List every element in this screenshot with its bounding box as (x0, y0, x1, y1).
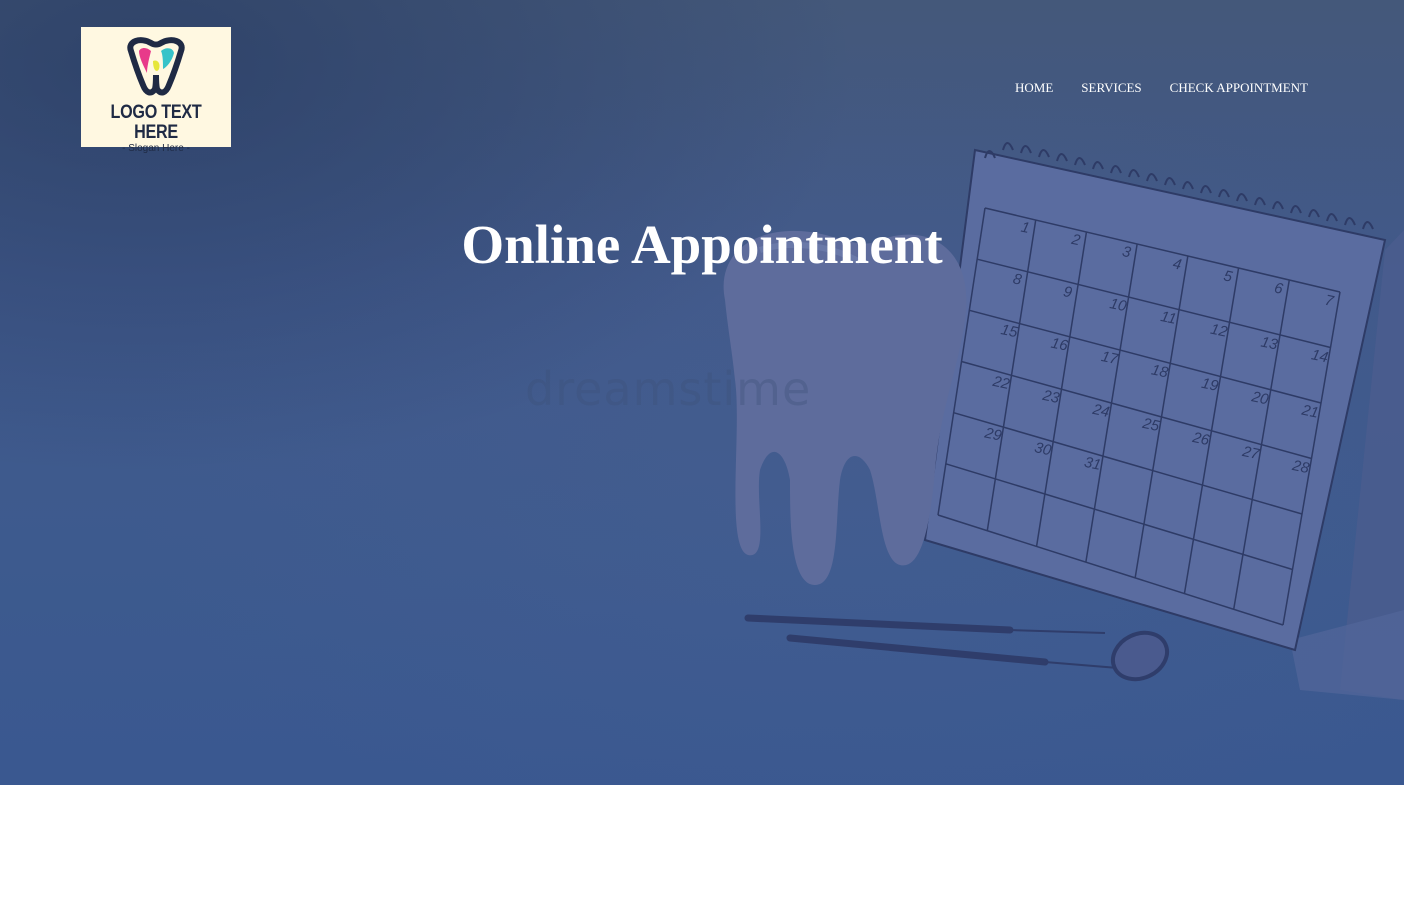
logo-slogan: - Slogan Here - (122, 143, 190, 154)
main-nav: HOME SERVICES CHECK APPOINTMENT (1015, 80, 1308, 96)
nav-services[interactable]: SERVICES (1081, 80, 1141, 96)
nav-home[interactable]: HOME (1015, 80, 1053, 96)
nav-check-appointment[interactable]: CHECK APPOINTMENT (1170, 80, 1308, 96)
page-body (0, 785, 1410, 900)
site-logo[interactable]: LOGO TEXT HERE - Slogan Here - (81, 27, 231, 154)
calendar-day-number: 14 (1310, 346, 1330, 366)
dental-tools-image (744, 614, 1170, 682)
hero-banner: 1 2 3 4 5 6 7 8 9 10 11 12 13 14 15 16 17 18 19 20 21 22 23 24 2… (0, 0, 1404, 785)
logo-title: LOGO TEXT HERE (110, 102, 202, 143)
calendar-day-number: 24 (1090, 401, 1111, 421)
tooth-logo-icon (127, 37, 185, 96)
calendar-day-number: 21 (1299, 401, 1320, 421)
calendar-day-number: 31 (1083, 454, 1103, 474)
page-title: Online Appointment (461, 214, 943, 275)
watermark: dreamstime (525, 362, 812, 416)
